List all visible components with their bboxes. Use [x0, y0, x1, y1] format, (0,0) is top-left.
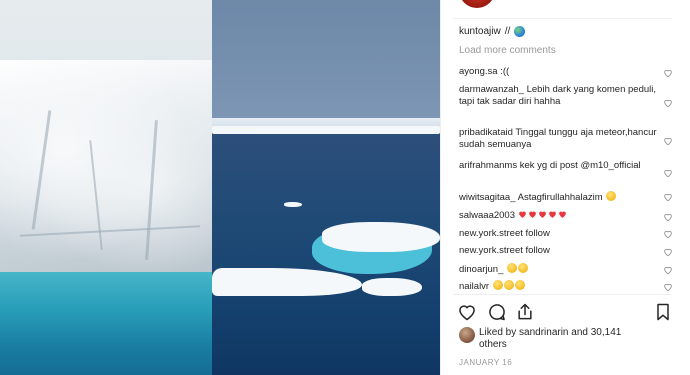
actions-divider [453, 294, 671, 295]
comment-like-icon[interactable] [663, 192, 673, 202]
share-button-icon[interactable] [515, 302, 535, 322]
globe-emoji-icon [514, 26, 526, 37]
comment-username[interactable]: salwaaa2003 [459, 210, 515, 221]
author-avatar[interactable] [459, 0, 495, 8]
grin-emoji-icon [507, 263, 518, 273]
comment-text: follow [525, 245, 550, 256]
like-button-heart-icon[interactable] [457, 302, 477, 322]
comment-text: :(( [500, 66, 510, 77]
grin-emoji-icon [503, 280, 514, 290]
comment-like-icon[interactable] [663, 265, 673, 275]
glacier-ice [0, 60, 212, 280]
comment-item: arifrahmanms kek yg di post @m10_officia… [459, 160, 659, 172]
comment-username[interactable]: darmawanzah_ [459, 84, 524, 95]
glacier-water [0, 272, 212, 375]
comment-username[interactable]: ayong.sa [459, 66, 498, 77]
comment-username[interactable]: dinoarjun_ [459, 264, 503, 275]
comment-username[interactable]: nailalvr [459, 281, 489, 292]
comment-like-icon[interactable] [663, 229, 673, 239]
grin-emoji-icon [514, 280, 525, 290]
header-divider [453, 18, 671, 19]
comment-item: nailalvr [459, 280, 659, 293]
load-more-comments-button[interactable]: Load more comments [459, 45, 556, 56]
likes-summary[interactable]: Liked by sandrinarin and 30,141 others [479, 327, 639, 351]
comment-text: Astagfirullahhalazim [517, 192, 603, 203]
grin-emoji-icon [518, 263, 529, 273]
caption-text: // [504, 26, 511, 37]
comment-button-speech-bubble-icon[interactable] [487, 302, 507, 322]
comments-panel: kuntoajiw // Load more comments ayong.sa… [440, 0, 690, 375]
comment-like-icon[interactable] [663, 212, 673, 222]
comment-like-icon[interactable] [663, 247, 673, 257]
comment-like-icon[interactable] [663, 98, 673, 108]
comment-item: salwaaa2003 [459, 210, 659, 222]
comment-item: dinoarjun_ [459, 263, 659, 276]
comment-like-icon[interactable] [663, 68, 673, 78]
comment-like-icon[interactable] [663, 136, 673, 146]
liker-avatar[interactable] [459, 327, 475, 343]
comment-username[interactable]: pribadikataid [459, 127, 513, 138]
grin-emoji-icon [492, 280, 503, 290]
comment-item: new.york.street follow [459, 245, 659, 257]
comment-item: wiwitsagitaa_ Astagfirullahhalazim [459, 191, 659, 204]
comment-like-icon[interactable] [663, 168, 673, 178]
caption-username[interactable]: kuntoajiw [459, 26, 501, 37]
post-image-right [212, 0, 440, 375]
comment-item: ayong.sa :(( [459, 66, 659, 78]
save-button-bookmark-icon[interactable] [653, 302, 673, 322]
comment-username[interactable]: new.york.street [459, 228, 523, 239]
post-image-left [0, 0, 212, 375]
post-caption: kuntoajiw // [459, 26, 526, 37]
sad-face-emoji-icon [606, 191, 617, 201]
comment-item: new.york.street follow [459, 228, 659, 240]
comment-username[interactable]: wiwitsagitaa_ [459, 192, 516, 203]
comment-username[interactable]: new.york.street [459, 245, 523, 256]
comment-text: kek yg di post @m10_official [519, 160, 641, 171]
comment-text: follow [525, 228, 550, 239]
comment-like-icon[interactable] [663, 282, 673, 292]
post-date: JANUARY 16 [459, 358, 513, 367]
comment-item: darmawanzah_ Lebih dark yang komen pedul… [459, 84, 659, 108]
broken-heart-emoji-icon [518, 210, 568, 221]
comment-username[interactable]: arifrahmanms [459, 160, 517, 171]
comment-item: pribadikataid Tinggal tunggu aja meteor,… [459, 127, 659, 151]
